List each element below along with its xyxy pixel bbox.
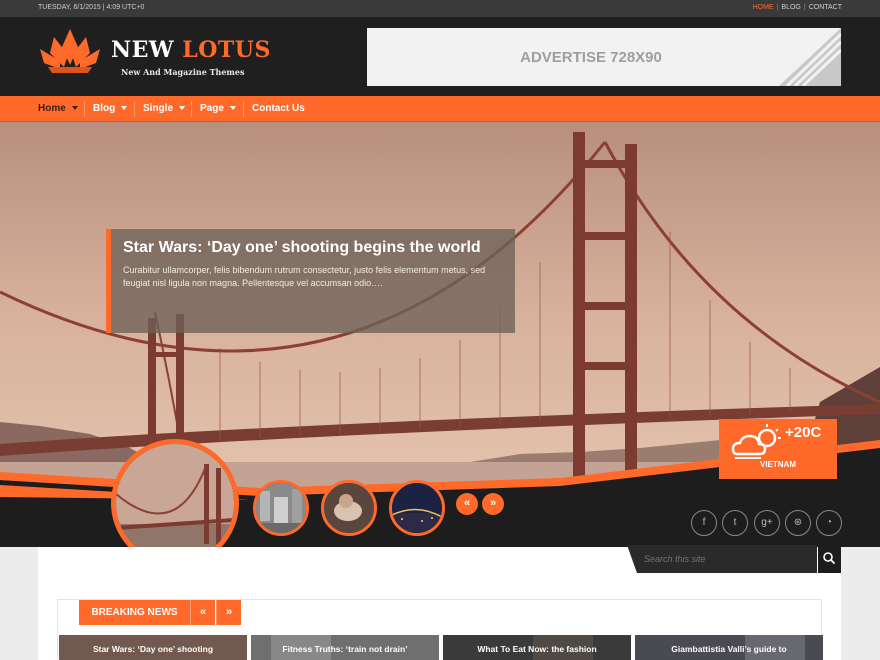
google-plus-icon[interactable]: g+ bbox=[754, 510, 780, 536]
top-link-contact[interactable]: CONTACT bbox=[809, 4, 842, 11]
chevron-down-icon bbox=[179, 106, 186, 110]
divider: | bbox=[776, 4, 779, 11]
nav-item-label: Page bbox=[200, 103, 224, 114]
slider-thumb[interactable] bbox=[253, 480, 309, 536]
nav-divider bbox=[84, 101, 85, 117]
nav-divider bbox=[191, 101, 192, 117]
site-title-second: LOTUS bbox=[182, 37, 271, 63]
site-tagline: New And Magazine Themes bbox=[121, 67, 245, 77]
nav-item-single[interactable]: Single bbox=[143, 103, 186, 114]
ad-stripes-graphic bbox=[779, 28, 841, 86]
breaking-next-button[interactable]: » bbox=[216, 600, 241, 625]
rss-icon[interactable]: ◔ bbox=[816, 510, 842, 536]
news-card-title: Star Wars: ‘Day one’ shooting bbox=[92, 644, 214, 654]
breaking-news-label: BREAKING NEWS bbox=[79, 600, 190, 625]
news-card-title: What To Eat Now: the fashion bbox=[477, 644, 597, 654]
divider: | bbox=[803, 4, 806, 11]
search-input[interactable] bbox=[627, 545, 817, 573]
dribbble-icon[interactable]: ⊛ bbox=[785, 510, 811, 536]
top-link-home[interactable]: HOME bbox=[753, 4, 774, 11]
weather-location: VIETNAM bbox=[760, 460, 796, 469]
news-card[interactable]: Star Wars: ‘Day one’ shooting bbox=[59, 635, 247, 660]
chevron-down-icon bbox=[71, 106, 78, 110]
slider-next-button[interactable]: » bbox=[482, 493, 504, 515]
nav-divider bbox=[134, 101, 135, 117]
twitter-icon[interactable]: t bbox=[722, 510, 748, 536]
advertisement-banner[interactable]: ADVERTISE 728X90 bbox=[367, 28, 841, 86]
news-card-title: Giambattistia Valli’s guide to bbox=[671, 644, 787, 654]
weather-temperature: +20C bbox=[785, 424, 822, 441]
news-card-title: Fitness Truths: ‘train not drain’ bbox=[282, 644, 408, 654]
lotus-logo-icon[interactable] bbox=[38, 27, 102, 75]
slider-thumb[interactable] bbox=[321, 480, 377, 536]
top-links: HOME | BLOG | CONTACT bbox=[753, 4, 842, 11]
featured-post-excerpt: Curabitur ullamcorper, felis bibendum ru… bbox=[123, 265, 486, 288]
site-title-first: NEW bbox=[111, 37, 175, 63]
search-button[interactable] bbox=[818, 545, 841, 573]
weather-widget: +20C VIETNAM bbox=[719, 419, 837, 479]
search-bar bbox=[627, 545, 841, 573]
nav-divider bbox=[243, 101, 244, 117]
nav-item-home[interactable]: Home bbox=[38, 103, 78, 114]
slider-prev-button[interactable]: « bbox=[456, 493, 478, 515]
date-time: TUESDAY, 6/1/2015 | 4:09 UTC+0 bbox=[38, 4, 145, 11]
hero-slider: Star Wars: ‘Day one’ shooting begins the… bbox=[0, 122, 880, 547]
nav-item-contact[interactable]: Contact Us bbox=[252, 103, 305, 114]
news-card[interactable]: Fitness Truths: ‘train not drain’ bbox=[251, 635, 439, 660]
chevron-down-icon bbox=[229, 106, 236, 110]
slider-thumb[interactable] bbox=[389, 480, 445, 536]
site-title[interactable]: NEW LOTUS bbox=[111, 37, 271, 63]
nav-item-label: Blog bbox=[93, 103, 116, 114]
nav-item-label: Single bbox=[143, 103, 174, 114]
main-navigation: Home Blog Single Page Contact Us bbox=[0, 96, 880, 122]
top-link-blog[interactable]: BLOG bbox=[781, 4, 800, 11]
breaking-prev-button[interactable]: « bbox=[190, 600, 215, 625]
featured-post-caption[interactable]: Star Wars: ‘Day one’ shooting begins the… bbox=[106, 229, 515, 333]
nav-item-label: Contact Us bbox=[252, 103, 305, 114]
nav-item-page[interactable]: Page bbox=[200, 103, 236, 114]
news-card[interactable]: Giambattistia Valli’s guide to bbox=[635, 635, 823, 660]
facebook-icon[interactable]: f bbox=[691, 510, 717, 536]
nav-item-label: Home bbox=[38, 103, 66, 114]
chevron-down-icon bbox=[121, 106, 128, 110]
featured-post-title[interactable]: Star Wars: ‘Day one’ shooting begins the… bbox=[123, 238, 503, 258]
nav-item-blog[interactable]: Blog bbox=[93, 103, 128, 114]
cloud-sun-icon bbox=[731, 424, 781, 459]
search-icon bbox=[823, 552, 836, 565]
news-card[interactable]: What To Eat Now: the fashion bbox=[443, 635, 631, 660]
site-header: NEW LOTUS New And Magazine Themes ADVERT… bbox=[0, 17, 880, 96]
top-bar: TUESDAY, 6/1/2015 | 4:09 UTC+0 HOME | BLOG… bbox=[0, 0, 880, 17]
